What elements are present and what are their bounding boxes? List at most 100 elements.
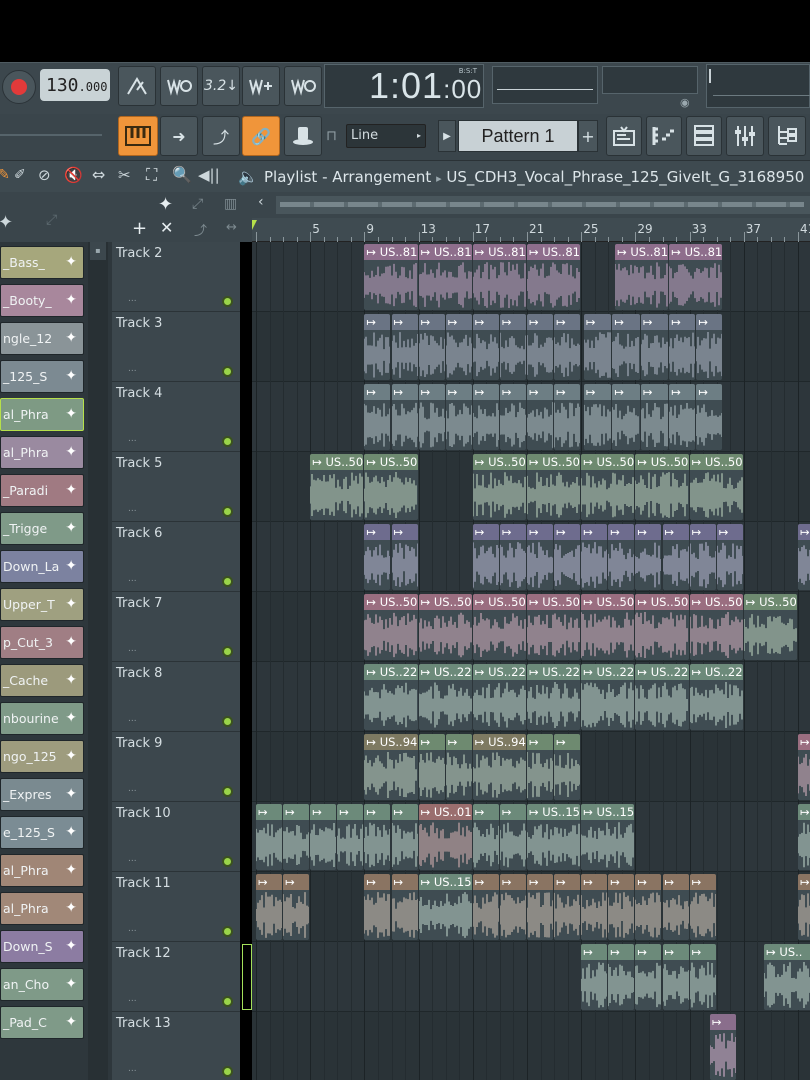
clip-menu-icon[interactable]: ↦ [529,525,539,539]
clip-header[interactable]: ↦ [669,314,696,330]
clip-header[interactable]: ↦ [798,804,810,820]
link-button[interactable]: 🔗 [242,116,280,156]
clip-menu-icon[interactable]: ↦ [475,875,485,889]
audio-clip[interactable]: ↦ [472,804,499,870]
clip-header[interactable]: ↦ [689,944,716,960]
track-mute-led[interactable] [222,996,233,1007]
clip-header[interactable]: ↦ US..22 [472,664,526,680]
audio-clip[interactable]: ↦ US..50 [472,594,526,660]
song-position-display[interactable]: 1:01:00 B:S:T [324,64,484,108]
clip-header[interactable]: ↦ [364,314,391,330]
channel-button[interactable]: _Expres ✦ [0,778,84,811]
clip-menu-icon[interactable]: ↦ [421,245,434,259]
audio-clip[interactable]: ↦ [798,524,810,590]
audio-clip[interactable]: ↦ [640,314,669,380]
pattern-selector[interactable]: Pattern 1 [458,120,578,152]
eye-icon[interactable]: ◉ [680,96,690,109]
clip-menu-icon[interactable]: ↦ [421,315,431,329]
clip-menu-icon[interactable]: ↦ [529,875,539,889]
channel-button[interactable]: _Booty_ ✦ [0,284,84,317]
clip-header[interactable]: ↦ US..50 [743,594,797,610]
audio-clip[interactable]: ↦ US..15 [581,804,635,870]
clip-header[interactable]: ↦ US..50 [364,454,418,470]
audio-clip[interactable]: ↦ US..81 [669,244,723,310]
audio-clip[interactable]: ↦ US..50 [364,454,418,520]
clip-menu-icon[interactable]: ↦ [529,665,542,679]
audio-clip[interactable]: ↦ US..50 [472,454,526,520]
clip-header[interactable]: ↦ US..50 [364,594,418,610]
audio-clip[interactable]: ↦ [635,944,662,1010]
track-header[interactable]: Track 12... [112,942,240,1012]
track-header[interactable]: Track 6... [112,522,240,592]
track-header[interactable]: Track 8... [112,662,240,732]
clip-menu-icon[interactable]: ↦ [698,385,708,399]
channel-button[interactable]: nbourine ✦ [0,702,84,735]
audio-clip[interactable]: ↦ [554,734,581,800]
audio-clip[interactable]: ↦ US..22 [581,664,635,730]
magnet-icon[interactable]: ⊓ [326,128,337,144]
audio-clip[interactable]: ↦ [364,384,391,450]
clip-menu-icon[interactable]: ↦ [475,665,488,679]
clip-header[interactable]: ↦ US..94 [472,734,526,750]
master-slider[interactable] [0,134,102,136]
clip-menu-icon[interactable]: ↦ [800,805,810,819]
audio-clip[interactable]: ↦ [310,804,337,870]
clip-header[interactable]: ↦ [499,314,526,330]
clip-header[interactable]: ↦ [472,874,499,890]
clip-menu-icon[interactable]: ↦ [800,525,810,539]
clip-header[interactable]: ↦ [364,384,391,400]
add-pattern-button[interactable]: + [578,120,598,152]
clip-header[interactable]: ↦ [608,874,635,890]
clip-header[interactable]: ↦ [798,524,810,540]
draw-tool-icon[interactable]: ✎ [0,167,10,183]
clip-menu-icon[interactable]: ↦ [556,735,566,749]
clip-menu-icon[interactable]: ↦ [643,315,653,329]
clip-menu-icon[interactable]: ↦ [502,315,512,329]
audio-clip[interactable]: ↦ [283,804,310,870]
audio-clip[interactable]: ↦ US..01 [418,804,472,870]
audio-clip[interactable]: ↦ [391,524,418,590]
track-options[interactable]: ... [128,294,137,304]
audio-clip[interactable]: ↦ US..81 [364,244,418,310]
track-mute-led[interactable] [222,786,233,797]
track-mute-led[interactable] [222,856,233,867]
clip-menu-icon[interactable]: ↦ [692,875,702,889]
audio-clip[interactable]: ↦ US..94 [364,734,418,800]
clip-header[interactable]: ↦ US..22 [418,664,472,680]
clip-header[interactable]: ↦ [499,384,526,400]
clip-header[interactable]: ↦ [283,804,310,820]
clip-header[interactable]: ↦ [445,734,472,750]
track-options[interactable]: ... [128,714,137,724]
clip-menu-icon[interactable]: ↦ [394,385,404,399]
clip-menu-icon[interactable]: ↦ [617,245,630,259]
audio-clip[interactable]: ↦ [418,384,445,450]
track-mute-led[interactable] [222,436,233,447]
scroll-left-icon[interactable]: ‹ [258,194,264,210]
clip-header[interactable]: ↦ [696,314,723,330]
audio-clip[interactable]: ↦ [391,804,418,870]
audio-clip[interactable]: ↦ US..22 [472,664,526,730]
clip-header[interactable]: ↦ [608,524,635,540]
audio-clip[interactable]: ↦ [581,524,608,590]
clip-menu-icon[interactable]: ↦ [366,525,376,539]
audio-clip[interactable]: ↦ [554,314,581,380]
audio-clip[interactable]: ↦ [696,384,723,450]
track-options[interactable]: ... [128,854,137,864]
channel-button[interactable]: al_Phra ✦ [0,398,84,431]
track-header[interactable]: Track 11... [112,872,240,942]
clip-menu-icon[interactable]: ↦ [583,665,596,679]
add-track-icon[interactable]: + [132,218,147,239]
audio-clip[interactable]: ↦ [640,384,669,450]
wait-record-button[interactable] [160,66,198,106]
clip-menu-icon[interactable]: ↦ [448,315,458,329]
channel-button[interactable]: ngo_125 ✦ [0,740,84,773]
metronome-button[interactable] [118,66,156,106]
audio-clip[interactable]: ↦ [256,874,283,940]
clip-header[interactable]: ↦ US..50 [472,594,526,610]
clip-header[interactable]: ↦ US..22 [581,664,635,680]
mute-tool-icon[interactable]: 🔇 [64,166,83,184]
clip-header[interactable]: ↦ [581,874,608,890]
clip-menu-icon[interactable]: ↦ [394,315,404,329]
clip-menu-icon[interactable]: ↦ [800,875,810,889]
clip-header[interactable]: ↦ [669,384,696,400]
